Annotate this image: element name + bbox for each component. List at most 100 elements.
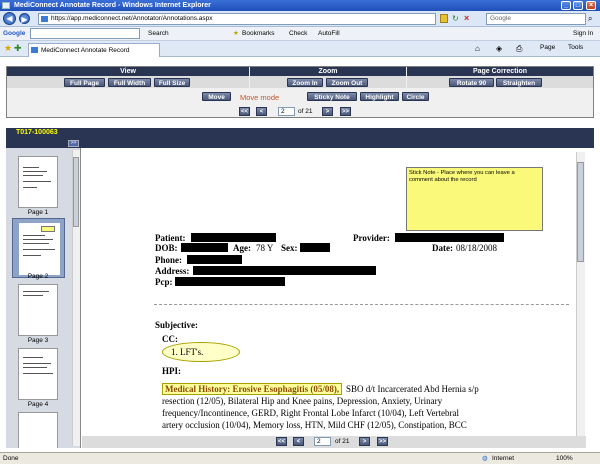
zoom-level[interactable]: 100% [556, 453, 573, 464]
age-label: Age: [233, 243, 251, 253]
patient-label: Patient: [155, 233, 186, 243]
add-favorite-icon[interactable]: ✚ [14, 43, 22, 54]
history-line: SBO d/t Incarcerated Abd Hernia s/p [346, 384, 479, 394]
date-label: Date: [432, 243, 453, 253]
record-id-bar: T017-100063 [6, 128, 594, 138]
thumbnail-page-5[interactable] [18, 412, 58, 448]
forward-button[interactable]: ▶ [19, 13, 30, 24]
redaction-bar [300, 243, 330, 252]
thumbnail-header-bar [6, 138, 594, 148]
cc-label: CC: [162, 334, 178, 344]
status-text: Done [3, 455, 19, 462]
google-search-button[interactable]: Search [148, 27, 169, 40]
address-label: Address: [155, 266, 190, 276]
home-icon[interactable]: ⌂ [475, 44, 480, 53]
thumbnail-page-4[interactable] [18, 348, 58, 400]
straighten-button[interactable]: Straighten [496, 78, 542, 87]
page-number-input[interactable]: 2 [278, 107, 295, 116]
age-value: 78 Y [256, 243, 274, 253]
google-signin-button[interactable]: Sign In [573, 27, 593, 40]
tab-mediconnect[interactable]: MediConnect Annotate Record [28, 43, 160, 57]
move-button[interactable]: Move [202, 92, 231, 101]
thumbnail-page-1[interactable] [18, 156, 58, 208]
close-window-button[interactable]: × [586, 1, 596, 10]
tools-menu[interactable]: Tools [568, 44, 583, 51]
ie-app-icon [2, 2, 10, 9]
provider-label: Provider: [353, 233, 390, 243]
bottom-pager-bar [82, 436, 586, 448]
bookmark-star-icon: ★ [233, 30, 239, 37]
thumbnail-label: Page 1 [27, 209, 49, 216]
google-search-input[interactable] [30, 28, 140, 39]
redaction-bar [187, 255, 242, 264]
history-line: frequency/Incontinence, GERD, Right Fron… [162, 408, 459, 418]
google-toolbar: Google Search ★ Bookmarks Check AutoFill… [0, 27, 600, 41]
view-group-title: View [7, 67, 249, 76]
redaction-bar [175, 277, 285, 286]
circle-button[interactable]: Circle [402, 92, 429, 101]
site-icon [31, 47, 38, 53]
redaction-bar [395, 233, 504, 242]
rotate-90-button[interactable]: Rotate 90 [449, 78, 494, 87]
last-page-button[interactable]: >> [340, 107, 351, 116]
zoom-in-button[interactable]: Zoom In [287, 78, 323, 87]
redaction-bar [181, 243, 228, 252]
maximize-button[interactable]: □ [573, 1, 583, 10]
dob-label: DOB: [155, 243, 178, 253]
date-value: 08/18/2008 [456, 243, 498, 253]
first-page-button[interactable]: << [239, 107, 250, 116]
feeds-icon[interactable]: ◈ [496, 44, 502, 53]
first-page-button[interactable]: << [276, 437, 287, 446]
page-count-label: of 21 [298, 108, 313, 115]
sticky-note[interactable]: Stick Note - Place where you can leave a… [406, 167, 543, 231]
window-title: MediConnect Annotate Record - Windows In… [14, 2, 211, 9]
history-line: artery occlusion (10/04), Memory loss, H… [162, 420, 467, 430]
print-icon[interactable]: ⎙ [516, 44, 522, 54]
full-page-button[interactable]: Full Page [64, 78, 105, 87]
google-bookmarks-button[interactable]: Bookmarks [242, 27, 275, 40]
favorites-star-icon[interactable]: ★ [4, 43, 12, 54]
google-logo: Google [3, 30, 26, 37]
google-autofill-button[interactable]: AutoFill [318, 27, 340, 40]
refresh-icon[interactable]: ↻ [452, 14, 461, 23]
next-page-button[interactable]: > [322, 107, 333, 116]
stop-icon[interactable]: × [464, 14, 473, 23]
thumbnail-page-2[interactable] [12, 218, 65, 278]
full-size-button[interactable]: Full Size [154, 78, 190, 87]
search-icon[interactable]: ⌕ [588, 14, 592, 24]
redaction-bar [193, 266, 376, 275]
page-count-label: of 21 [335, 438, 350, 445]
sticky-note-button[interactable]: Sticky Note [307, 92, 357, 101]
url-field[interactable]: https://app.mediconnect.net/Annotator/An… [38, 13, 436, 25]
highlight-annotation[interactable]: Medical History: Erosive Esophagitis (05… [162, 383, 343, 395]
history-line: resection (12/05), Bilateral Hip and Kne… [162, 396, 443, 406]
last-page-button[interactable]: >> [377, 437, 388, 446]
expand-thumbnails-button[interactable]: >> [68, 140, 79, 147]
pcp-label: Pcp: [155, 277, 173, 287]
thumbnail-page-3[interactable] [18, 284, 58, 336]
google-check-button[interactable]: Check [289, 27, 307, 40]
redaction-bar [191, 233, 276, 242]
circle-annotation[interactable]: 1. LFT's. [162, 342, 240, 362]
address-bar-row: ◀ ▶ https://app.mediconnect.net/Annotato… [0, 11, 600, 27]
prev-page-button[interactable]: < [293, 437, 304, 446]
document-scroll-thumb[interactable] [577, 162, 584, 262]
sex-label: Sex: [281, 243, 298, 253]
lock-icon[interactable] [440, 14, 448, 23]
thumbnail-label: Page 4 [27, 401, 49, 408]
record-id: T017-100063 [16, 129, 58, 136]
prev-page-button[interactable]: < [256, 107, 267, 116]
next-page-button[interactable]: > [359, 437, 370, 446]
window-title-bar: MediConnect Annotate Record - Windows In… [0, 0, 600, 11]
minimize-button[interactable]: _ [561, 1, 571, 10]
phone-label: Phone: [155, 255, 182, 265]
back-button[interactable]: ◀ [3, 12, 16, 25]
zoom-out-button[interactable]: Zoom Out [326, 78, 368, 87]
page-menu[interactable]: Page [540, 44, 555, 51]
thumbnail-scroll-thumb[interactable] [73, 157, 79, 227]
highlight-button[interactable]: Highlight [360, 92, 399, 101]
page-number-input[interactable]: 2 [314, 437, 331, 446]
thumbnail-label: Page 3 [27, 337, 49, 344]
full-width-button[interactable]: Full Width [108, 78, 151, 87]
browser-search-input[interactable]: Google [486, 13, 586, 25]
